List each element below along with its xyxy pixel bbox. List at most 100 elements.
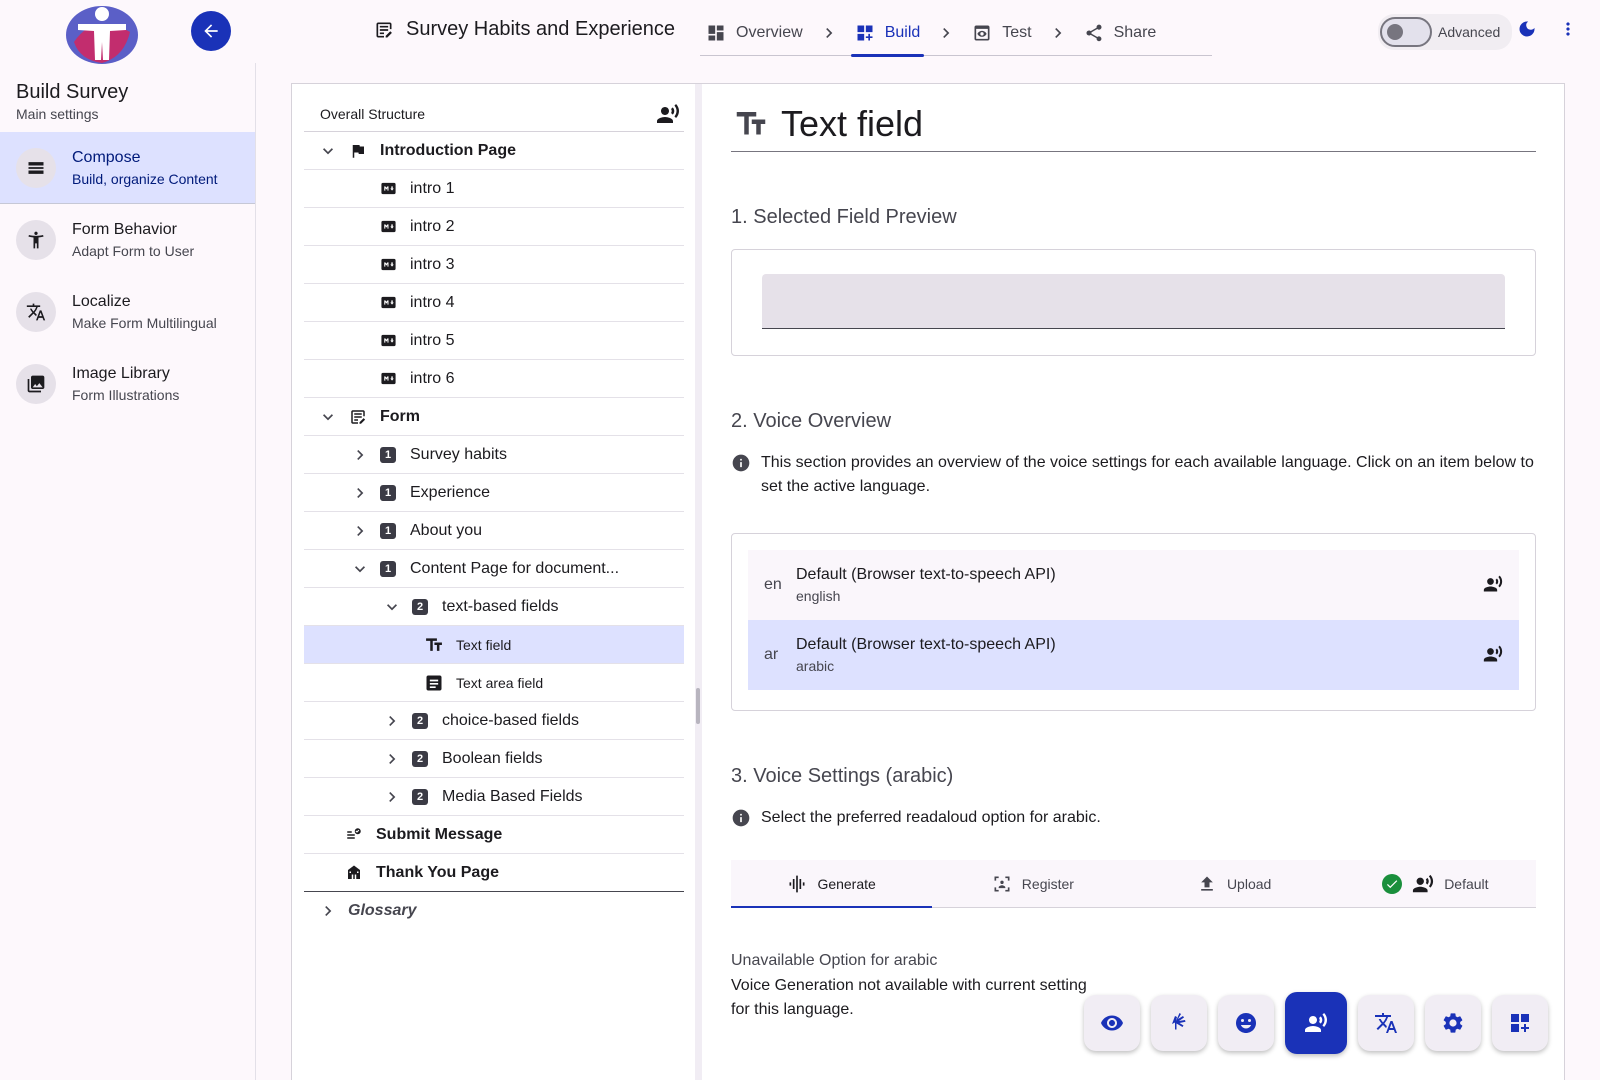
info-icon [732,454,750,472]
tree-item-label: Experience [410,483,491,501]
sidebar-item-label: Form Behavior [72,221,177,238]
info-text: Select the preferred readaloud option fo… [761,809,1101,826]
voice-button[interactable] [1285,992,1347,1054]
sidebar-item-compose[interactable]: Compose Build, organize Content [0,132,255,204]
tree-item-intro[interactable]: intro 2 [304,208,684,246]
voice-option-tabs: Generate Register Upload Default [731,860,1536,908]
step-test[interactable]: Test [966,10,1037,56]
tree-item-text-field[interactable]: Text field [304,626,684,664]
tree-item-page[interactable]: 1 Experience [304,474,684,512]
tree-item-intro[interactable]: intro 5 [304,322,684,360]
voice-icon[interactable] [656,102,680,126]
tree-item-intro[interactable]: intro 4 [304,284,684,322]
tree-item-page[interactable]: 1 Survey habits [304,436,684,474]
floating-toolbar [1084,992,1548,1054]
settings-icon [1443,1013,1463,1033]
sidebar-item-desc: Adapt Form to User [72,243,195,259]
chevron-right-icon[interactable] [380,709,404,733]
section-heading-voice-overview: 2. Voice Overview [731,410,892,432]
app-logo[interactable] [64,2,140,64]
record-voice-icon [994,876,1010,891]
chevron-down-icon[interactable] [380,595,404,619]
advanced-toggle[interactable]: Advanced [1378,14,1513,50]
chevron-right-icon[interactable] [348,519,372,543]
tab-label: Register [1021,875,1074,892]
share-icon [1086,24,1102,41]
page-number-badge: 1 [380,484,396,501]
field-preview [731,249,1536,356]
tree-item-form[interactable]: Form [304,398,684,436]
section-number-badge: 2 [412,712,428,729]
sidebar-subtitle: Main settings [16,106,99,122]
voice-item-ar[interactable]: ar Default (Browser text-to-speech API) … [748,620,1519,690]
tree-item-page[interactable]: 1 About you [304,512,684,550]
settings-button[interactable] [1425,995,1481,1051]
more-vertical-icon [1566,22,1570,36]
tab-register[interactable]: Register [932,860,1133,907]
tree-item-intro-page[interactable]: Introduction Page [304,132,684,170]
accessibility-icon [16,220,56,260]
tree-item-glossary[interactable]: Glossary [304,892,684,930]
tree-item-label: intro 3 [410,255,455,273]
chevron-down-icon[interactable] [348,557,372,581]
chevron-right-icon[interactable] [380,747,404,771]
voice-lang-code: ar [764,646,779,663]
tree-item-label: Boolean fields [442,749,543,767]
tree-item-section[interactable]: 2 Media Based Fields [304,778,684,816]
dark-mode-button[interactable] [1517,19,1537,39]
sidebar-item-label: Compose [72,148,141,166]
chevron-right-icon [825,27,833,38]
form-edit-icon [348,407,368,427]
page-number-badge: 1 [380,446,396,463]
step-build[interactable]: Build [849,10,927,57]
translate-button[interactable] [1358,995,1414,1051]
tree-item-page[interactable]: 1 Content Page for document... [304,550,684,588]
tree-item-section[interactable]: 2 text-based fields [304,588,684,626]
text-fields-icon [424,635,444,655]
panel-resize-handle[interactable] [695,84,702,1080]
voice-language: arabic [796,658,835,674]
more-menu-button[interactable] [1558,19,1578,39]
tree-item-label: choice-based fields [442,711,579,729]
tree-item-intro[interactable]: intro 1 [304,170,684,208]
markdown-icon [378,369,398,389]
tree-item-label: Form [380,407,420,425]
sign-language-icon [1172,1013,1186,1030]
emoji-button[interactable] [1218,995,1274,1051]
page-number-badge: 1 [380,560,396,577]
step-overview-label: Overview [736,23,803,41]
chevron-right-icon[interactable] [348,443,372,467]
step-share[interactable]: Share [1078,10,1163,56]
tree-item-section[interactable]: 2 choice-based fields [304,702,684,740]
back-button[interactable] [191,11,231,51]
sidebar-item-image-library[interactable]: Image Library Form Illustrations [0,348,255,420]
toggle-switch[interactable] [1380,17,1432,47]
chevron-right-icon[interactable] [348,481,372,505]
chevron-down-icon[interactable] [316,139,340,163]
chevron-right-icon[interactable] [316,899,340,923]
preview-text-input[interactable] [762,274,1505,329]
preview-button[interactable] [1084,995,1140,1051]
sign-language-button[interactable] [1151,995,1207,1051]
info-icon [732,809,750,827]
tree-item-section[interactable]: 2 Boolean fields [304,740,684,778]
workflow-steps: Overview Build Test Share [700,10,1212,57]
sidebar-item-localize[interactable]: Localize Make Form Multilingual [0,276,255,348]
tree-item-label: Glossary [348,902,417,919]
add-widget-button[interactable] [1492,995,1548,1051]
chevron-right-icon[interactable] [380,785,404,809]
voice-item-en[interactable]: en Default (Browser text-to-speech API) … [748,550,1519,620]
tab-upload[interactable]: Upload [1134,860,1335,907]
sidebar-item-form-behavior[interactable]: Form Behavior Adapt Form to User [0,204,255,276]
tree-item-text-area-field[interactable]: Text area field [304,664,684,702]
tree-item-submit-message[interactable]: Submit Message [304,816,684,854]
tree-item-intro[interactable]: intro 3 [304,246,684,284]
tab-generate[interactable]: Generate [731,860,933,908]
tree-item-label: Survey habits [410,445,507,463]
step-overview[interactable]: Overview [700,10,809,56]
tab-default[interactable]: Default [1335,860,1536,907]
tree-item-label: intro 2 [410,217,455,235]
tree-item-thank-you-page[interactable]: Thank You Page [304,854,684,892]
tree-item-intro[interactable]: intro 6 [304,360,684,398]
chevron-down-icon[interactable] [316,405,340,429]
